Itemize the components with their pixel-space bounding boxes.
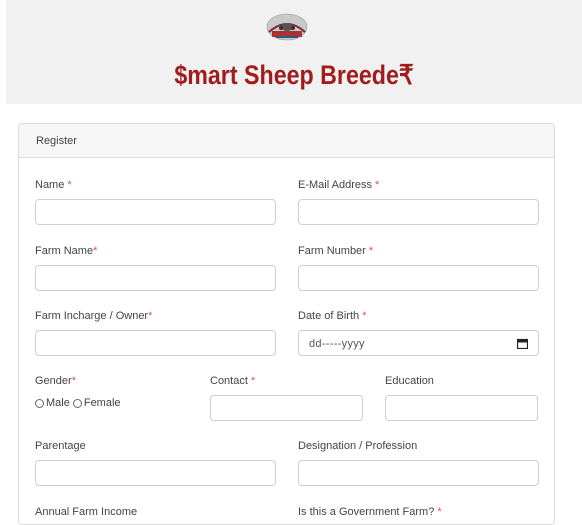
- parentage-field[interactable]: [35, 460, 276, 486]
- designation-label: Designation / Profession: [298, 440, 418, 452]
- card-title: Register: [19, 124, 554, 158]
- gender-male-label: Male: [46, 397, 70, 409]
- brand-title: $mart Sheep Breede₹: [174, 60, 414, 90]
- dob-placeholder: dd-----yyyy: [309, 338, 365, 350]
- education-field[interactable]: [385, 395, 538, 421]
- dob-field[interactable]: dd-----yyyy: [298, 330, 539, 356]
- farm-name-label: Farm Name*: [35, 245, 98, 257]
- farm-incharge-field[interactable]: [35, 330, 276, 356]
- gender-female-radio[interactable]: [72, 398, 82, 408]
- designation-field[interactable]: [298, 460, 539, 486]
- government-farm-label: Is this a Government Farm? *: [298, 506, 442, 518]
- farm-incharge-label: Farm Incharge / Owner*: [35, 310, 153, 322]
- email-field[interactable]: [298, 199, 539, 225]
- name-label: Name *: [35, 179, 72, 191]
- contact-field[interactable]: [210, 395, 363, 421]
- gender-female-label: Female: [83, 397, 121, 409]
- site-header: $mart Sheep Breede₹: [6, 0, 582, 104]
- sheep-emblem-icon: [266, 13, 308, 41]
- contact-label: Contact *: [210, 375, 256, 387]
- calendar-icon[interactable]: [517, 338, 528, 349]
- dob-label: Date of Birth *: [298, 310, 367, 322]
- parentage-label: Parentage: [35, 440, 86, 452]
- email-label: E-Mail Address *: [298, 179, 380, 191]
- farm-name-field[interactable]: [35, 265, 276, 291]
- education-label: Education: [385, 375, 434, 387]
- farm-number-field[interactable]: [298, 265, 539, 291]
- gender-male-radio[interactable]: [35, 398, 44, 408]
- name-field[interactable]: [35, 199, 276, 225]
- gender-label: Gender*: [35, 375, 76, 387]
- farm-number-label: Farm Number *: [298, 245, 374, 257]
- gender-options: Male Female: [35, 397, 121, 409]
- annual-income-label: Annual Farm Income: [35, 506, 138, 518]
